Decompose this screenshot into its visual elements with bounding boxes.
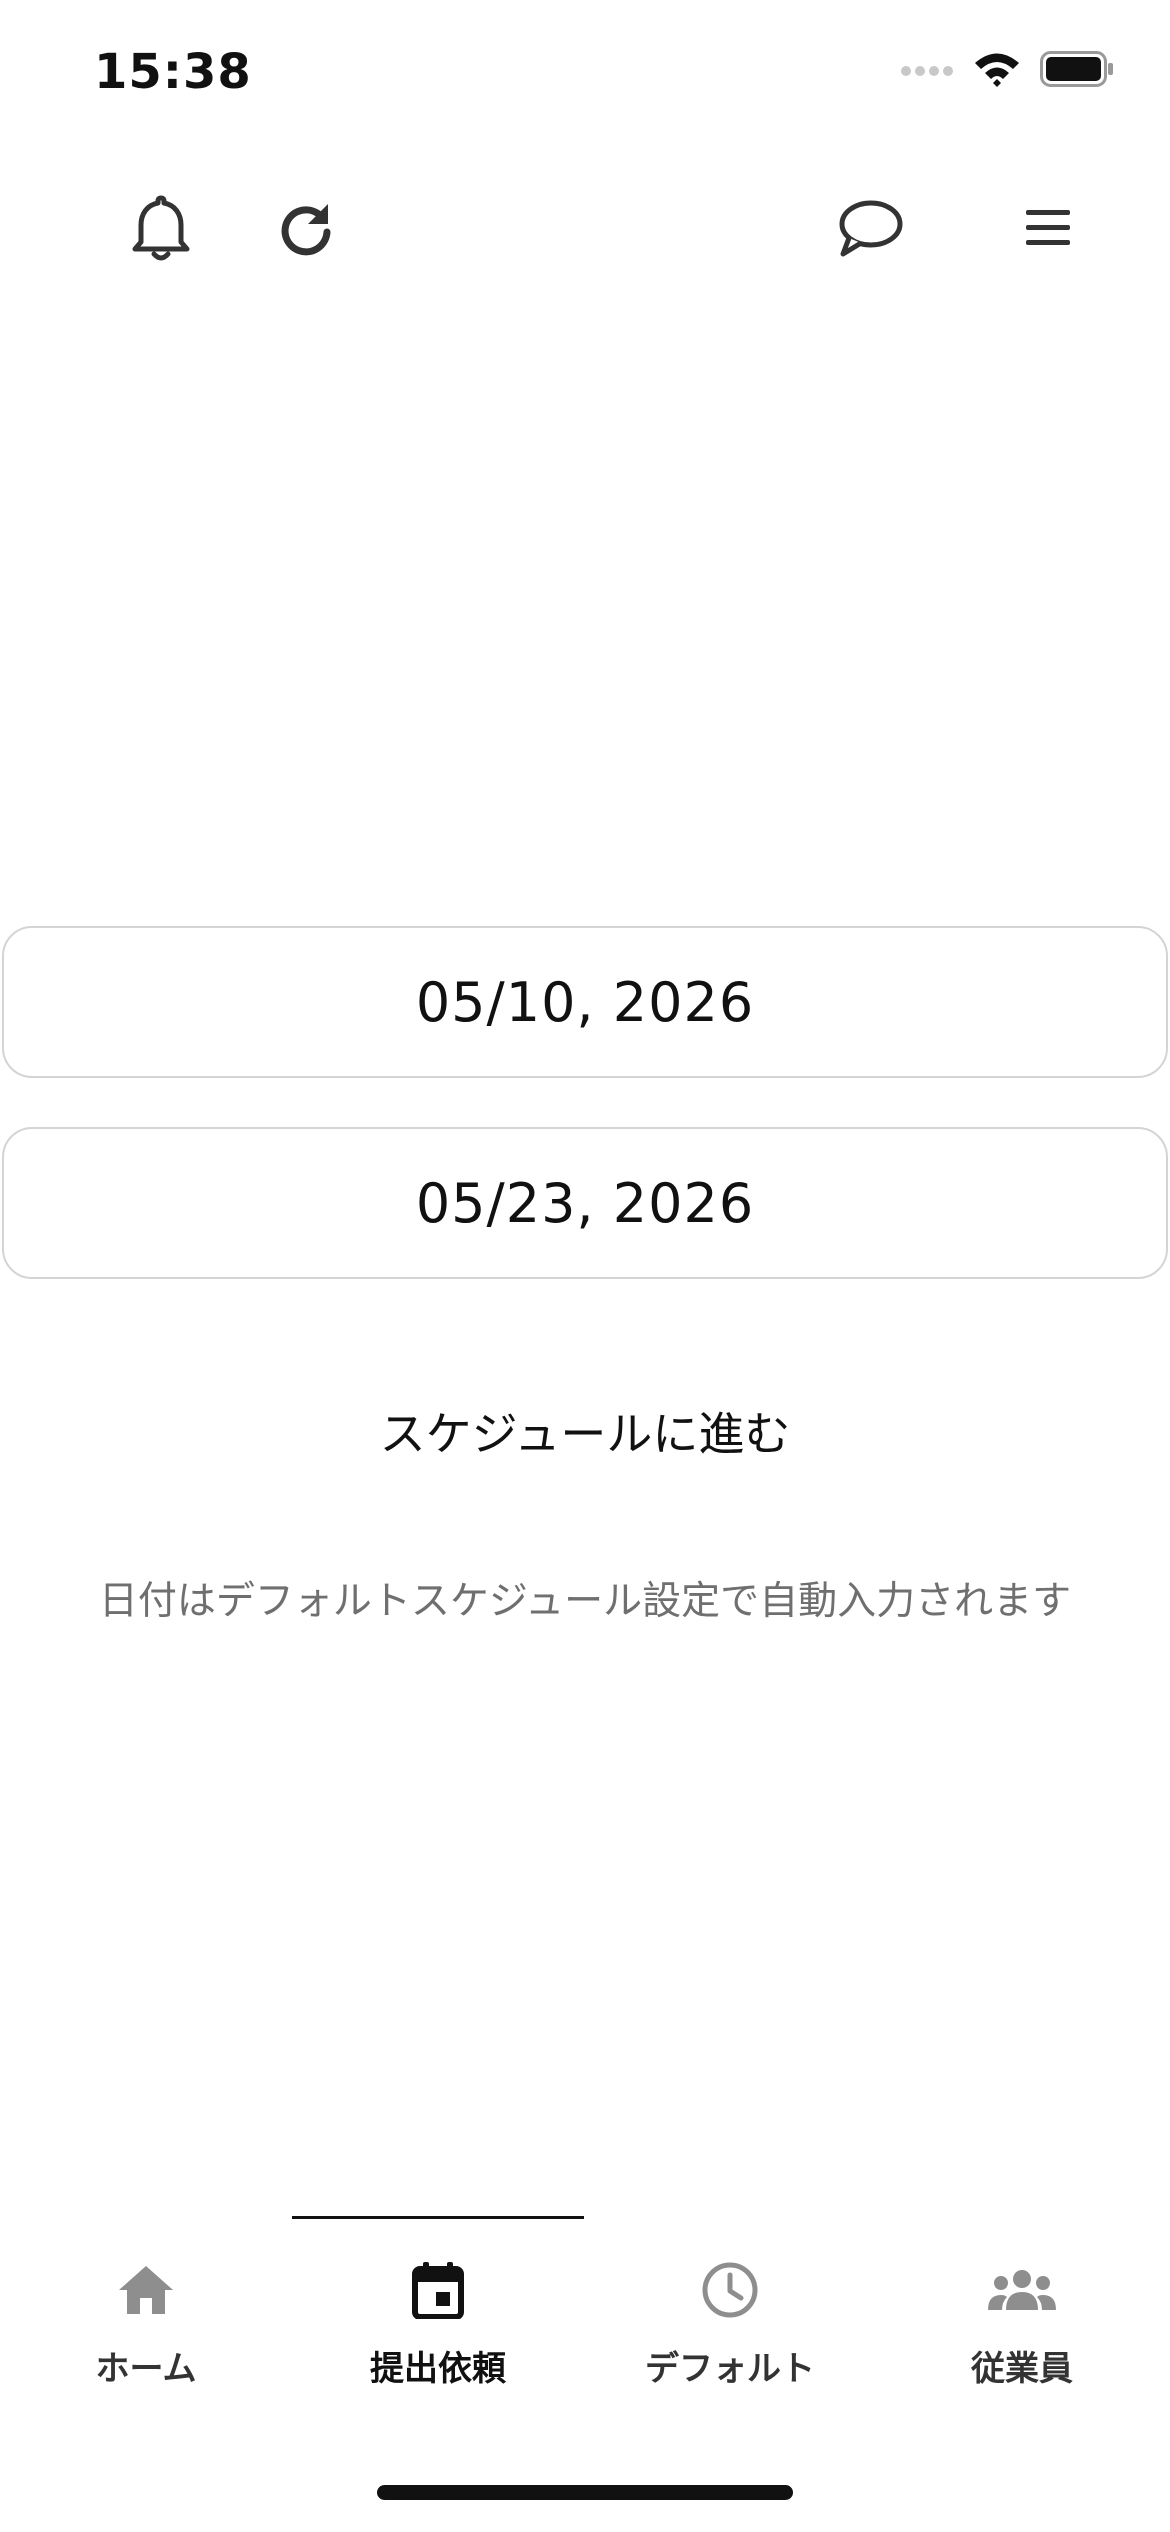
end-date-field[interactable]: 05/23, 2026 [2,1127,1168,1279]
start-date-value: 05/10, 2026 [415,970,755,1034]
tab-employees[interactable]: 従業員 [876,2255,1168,2405]
status-bar: 15:38 [0,0,1170,150]
notifications-button[interactable] [111,180,211,280]
group-icon [987,2255,1057,2325]
menu-button[interactable] [998,180,1098,280]
tab-employees-label: 従業員 [971,2349,1073,2389]
tab-submission-request[interactable]: 提出依頼 [292,2255,584,2405]
start-date-field[interactable]: 05/10, 2026 [2,926,1168,1078]
refresh-icon [276,198,336,262]
autofill-hint: 日付はデフォルトスケジュール設定で自動入力されます [98,1579,1072,1624]
bell-icon [129,192,193,268]
battery-icon [1040,51,1114,91]
clock-icon [701,2255,759,2325]
home-indicator[interactable] [377,2485,793,2500]
tab-default-label: デフォルト [645,2349,815,2389]
active-tab-indicator [292,2216,584,2219]
screen: 15:38 05/10, 2026 05/23, 2026 スケジュールに進む … [0,0,1170,2532]
chat-button[interactable] [820,180,920,280]
menu-icon [1024,206,1072,254]
home-icon [117,2255,175,2325]
refresh-button[interactable] [256,180,356,280]
tab-default[interactable]: デフォルト [584,2255,876,2405]
status-icons [900,50,1114,92]
tab-submission-request-label: 提出依頼 [370,2349,506,2389]
tab-home[interactable]: ホーム [0,2255,292,2405]
chat-icon [835,198,905,262]
status-time: 15:38 [94,44,252,100]
signal-icon [900,59,954,83]
calendar-icon [411,2255,465,2325]
wifi-icon [972,50,1022,92]
tab-home-label: ホーム [95,2349,197,2389]
proceed-to-schedule-button[interactable]: スケジュールに進む [0,1398,1170,1464]
end-date-value: 05/23, 2026 [415,1171,755,1235]
